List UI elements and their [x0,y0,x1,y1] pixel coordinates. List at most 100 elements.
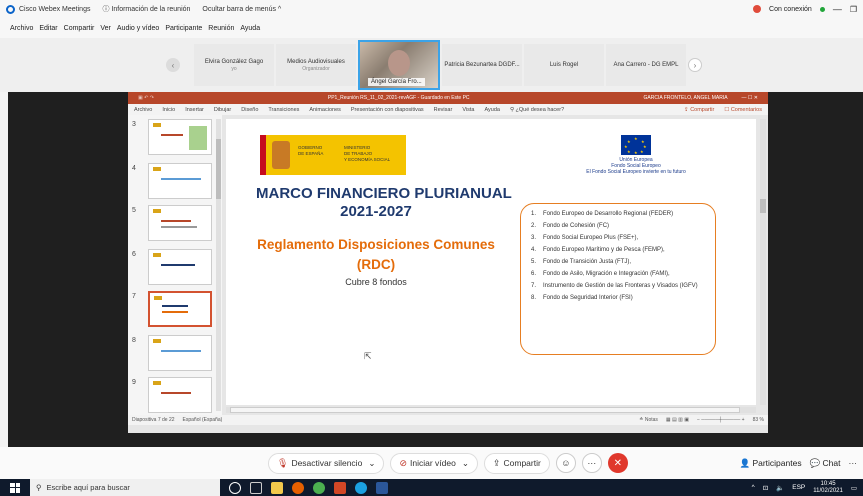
strip-next-button[interactable]: › [688,58,702,72]
slide-thumbnail[interactable] [148,119,212,155]
ribbon-revisar[interactable]: Revisar [434,107,453,113]
list-item: 4. Fondo Europeo Marítimo y de Pesca (FEM… [531,247,665,253]
ribbon-dibujar[interactable]: Dibujar [214,107,231,113]
thumb-number: 4 [132,165,136,172]
menu-compartir[interactable]: Compartir [64,25,95,32]
document-title: PP1_Reunión RS_11_02_2021-revAGF - Guard… [327,95,470,101]
reactions-button[interactable]: ☺ [555,453,576,473]
language-indicator[interactable]: ESP [792,484,805,491]
menu-archivo[interactable]: Archivo [10,25,33,32]
ribbon-share-button[interactable]: ⇪ Compartir [684,107,714,113]
ribbon-diseno[interactable]: Diseño [241,107,258,113]
webex-icon[interactable] [355,481,367,494]
firefox-icon[interactable] [292,481,304,494]
chevron-down-icon[interactable]: ⌄ [462,458,469,469]
ribbon-search[interactable]: ⚲ ¿Qué desea hacer? [510,107,564,113]
restore-button[interactable]: ❐ [850,5,857,14]
participant-tile[interactable]: Ana Carrero - DG EMPL [606,44,686,86]
pp-window-controls[interactable]: — ☐ ✕ [742,95,758,101]
menu-audio-video[interactable]: Audio y vídeo [117,25,159,32]
participant-tile[interactable]: Luis Rogel [524,44,604,86]
tray-expand-icon[interactable]: ^ [752,484,755,491]
participants-button[interactable]: 👤 Participantes [739,458,801,469]
meeting-info-link[interactable]: ⓘ Información de la reunión [102,4,190,14]
ribbon-animaciones[interactable]: Animaciones [309,107,341,113]
slide-thumbnail[interactable] [148,249,212,285]
unmute-button[interactable]: 🎙 Desactivar silencio ⌄ [268,452,385,474]
slide-thumbnail[interactable] [148,163,212,199]
slide-thumbnail[interactable] [148,335,212,371]
thumb-number: 8 [132,337,136,344]
zoom-slider[interactable]: − ─────┼───── + [697,417,745,423]
powerpoint-icon[interactable] [334,481,346,494]
slide-thumbnail-selected[interactable] [148,291,212,327]
notifications-icon[interactable]: ▭ [851,484,857,492]
ribbon-transiciones[interactable]: Transiciones [268,107,299,113]
ribbon-insertar[interactable]: Insertar [185,107,204,113]
chrome-icon[interactable] [313,481,325,494]
participant-tile[interactable]: Patricia Bezunartea DGDF... [442,44,522,86]
more-options-button[interactable]: ··· [581,453,602,473]
slide-caption: Cubre 8 fondos [345,277,407,287]
file-explorer-icon[interactable] [271,481,283,494]
connection-status[interactable]: Con conexión [769,6,812,13]
powerpoint-workspace: 3 4 5 6 7 8 9 GOBIERNO DE ESPAÑA MINISTE… [128,115,768,433]
participant-strip: ‹ Elvira González Gago yo Medios Audiovi… [0,38,863,92]
user-name: GARCIA FRONTELO, ANGEL MARIA [643,95,728,101]
taskbar-search[interactable]: ⚲ Escribe aquí para buscar [30,479,220,496]
thumbnail-scrollbar[interactable] [216,119,221,411]
ribbon-ayuda[interactable]: Ayuda [484,107,500,113]
menu-editar[interactable]: Editar [39,25,57,32]
funds-list: 1. Fondo Europeo de Desarrollo Regional (… [520,203,716,355]
active-speaker-video[interactable]: Ángel García Fro... [358,40,440,90]
menu-ayuda[interactable]: Ayuda [240,25,260,32]
chevron-down-icon[interactable]: ⌄ [368,458,375,469]
menu-ver[interactable]: Ver [100,25,111,32]
ribbon-archivo[interactable]: Archivo [134,107,152,113]
slide-thumbnail[interactable] [148,205,212,241]
current-slide[interactable]: GOBIERNO DE ESPAÑA MINISTERIO DE TRABAJO… [226,119,756,405]
ribbon-vista[interactable]: Vista [462,107,474,113]
notes-button[interactable]: ≙ Notas [639,417,658,423]
start-button[interactable] [10,482,20,493]
start-video-button[interactable]: ⊘ Iniciar vídeo ⌄ [390,452,478,474]
ribbon-inicio[interactable]: Inicio [162,107,175,113]
task-view-icon[interactable] [250,481,262,494]
webex-menu-bar: Archivo Editar Compartir Ver Audio y víd… [0,18,863,38]
slide-thumbnail[interactable] [148,377,212,413]
participant-tile[interactable]: Medios Audiovisuales Organizador [276,44,356,86]
volume-icon[interactable]: 🔈 [776,484,784,492]
word-icon[interactable] [376,481,388,494]
cortana-icon[interactable] [229,481,241,494]
ribbon-presentacion[interactable]: Presentación con diapositivas [351,107,424,113]
clock[interactable]: 10:45 11/02/2021 [813,481,843,495]
slide-vertical-scrollbar[interactable] [760,119,766,405]
menu-reunion[interactable]: Reunión [208,25,234,32]
thumb-number: 7 [132,293,136,300]
powerpoint-ribbon: Archivo Inicio Insertar Dibujar Diseño T… [128,104,768,115]
participant-tile[interactable]: Elvira González Gago yo [194,44,274,86]
share-button[interactable]: ⇪ Compartir [483,452,550,474]
mouse-cursor-icon: ⇱ [364,351,372,361]
thumb-number: 3 [132,121,136,128]
powerpoint-title-bar: ▣ ↶ ↷ PP1_Reunión RS_11_02_2021-revAGF -… [128,92,768,104]
app-title: Cisco Webex Meetings [19,5,91,13]
menu-participante[interactable]: Participante [165,25,202,32]
hide-menu-bar-button[interactable]: Ocultar barra de menús ^ [202,6,281,13]
chat-button[interactable]: 💬 Chat [810,458,841,469]
speaker-name: Ángel García Fro... [368,78,425,86]
more-icon[interactable]: ··· [849,458,858,468]
network-icon[interactable]: ⊡ [763,484,768,492]
ribbon-comments-button[interactable]: ☐ Comentarios [724,107,762,113]
slide-horizontal-scrollbar[interactable] [226,407,756,413]
mic-off-icon: 🎙 [277,457,289,468]
minimize-button[interactable]: — [833,4,842,14]
eu-fund-label: Unión Europea Fondo Social Europeo El Fo… [586,157,686,175]
slide-heading: MARCO FINANCIERO PLURIANUAL 2021-2027 [256,185,512,220]
language-indicator[interactable]: Español (España) [183,417,223,423]
autosave-label: ▣ ↶ ↷ [138,95,154,101]
strip-prev-button[interactable]: ‹ [166,58,180,72]
zoom-level[interactable]: 83 % [753,417,764,423]
leave-meeting-button[interactable]: ✕ [607,453,628,473]
view-buttons[interactable]: ▦ ▤ ▥ ▣ [666,417,689,423]
